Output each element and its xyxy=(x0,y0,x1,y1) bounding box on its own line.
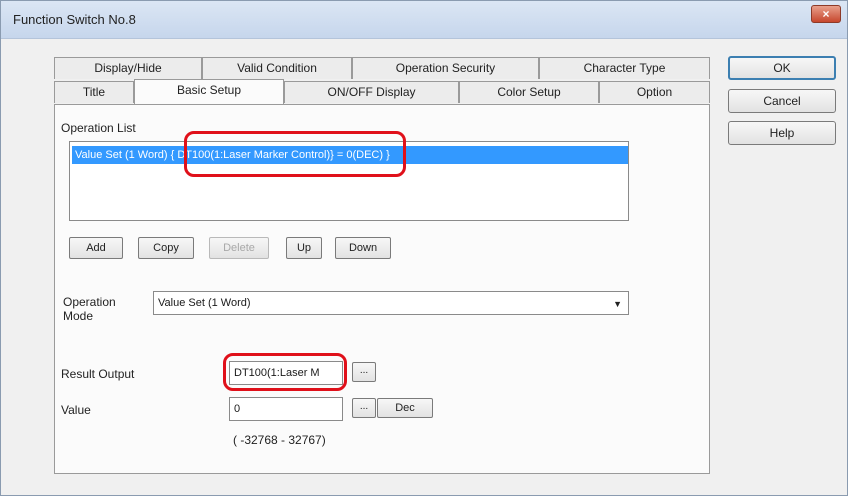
operation-list-label: Operation List xyxy=(61,121,136,135)
down-button[interactable]: Down xyxy=(335,237,391,259)
close-icon: × xyxy=(822,7,830,21)
list-item-value: = 0(DEC) } xyxy=(336,149,390,161)
window-title: Function Switch No.8 xyxy=(13,12,136,27)
dec-format-button[interactable]: Dec xyxy=(377,398,433,418)
result-output-browse-button[interactable]: ... xyxy=(352,362,376,382)
tab-character-type[interactable]: Character Type xyxy=(539,57,710,79)
tab-title[interactable]: Title xyxy=(54,81,134,103)
tab-display-hide[interactable]: Display/Hide xyxy=(54,57,202,79)
operation-mode-value: Value Set (1 Word) xyxy=(158,297,251,309)
cancel-button[interactable]: Cancel xyxy=(728,89,836,113)
chevron-down-icon[interactable]: ▼ xyxy=(613,293,622,315)
result-output-field[interactable]: DT100(1:Laser M xyxy=(229,361,343,385)
operation-mode-label-line1: Operation xyxy=(63,295,116,309)
value-range-text: ( -32768 - 32767) xyxy=(233,433,326,447)
value-label: Value xyxy=(61,403,91,417)
tab-on-off-display[interactable]: ON/OFF Display xyxy=(284,81,459,103)
tab-option[interactable]: Option xyxy=(599,81,710,103)
operation-list[interactable]: Value Set (1 Word) { DT100(1:Laser Marke… xyxy=(69,141,629,221)
copy-button[interactable]: Copy xyxy=(138,237,194,259)
operation-mode-select[interactable]: Value Set (1 Word) ▼ xyxy=(153,291,629,315)
tab-operation-security[interactable]: Operation Security xyxy=(352,57,539,79)
tab-valid-condition[interactable]: Valid Condition xyxy=(202,57,352,79)
dialog-window: Function Switch No.8 × Display/Hide Vali… xyxy=(0,0,848,496)
list-item[interactable]: Value Set (1 Word) { DT100(1:Laser Marke… xyxy=(72,146,628,164)
close-button[interactable]: × xyxy=(811,5,841,23)
title-bar[interactable]: Function Switch No.8 × xyxy=(1,1,847,39)
up-button[interactable]: Up xyxy=(286,237,322,259)
list-item-operation: Value Set (1 Word) xyxy=(75,149,168,161)
result-output-label: Result Output xyxy=(61,367,135,381)
tab-color-setup[interactable]: Color Setup xyxy=(459,81,599,103)
add-button[interactable]: Add xyxy=(69,237,123,259)
tab-basic-setup[interactable]: Basic Setup xyxy=(134,79,284,104)
operation-mode-label-line2: Mode xyxy=(63,309,94,323)
delete-button[interactable]: Delete xyxy=(209,237,269,259)
help-button[interactable]: Help xyxy=(728,121,836,145)
value-field[interactable]: 0 xyxy=(229,397,343,421)
operation-mode-label: Operation Mode xyxy=(63,295,116,323)
list-item-target: { DT100(1:Laser Marker Control)} xyxy=(170,149,334,161)
value-browse-button[interactable]: ... xyxy=(352,398,376,418)
ok-button[interactable]: OK xyxy=(728,56,836,80)
